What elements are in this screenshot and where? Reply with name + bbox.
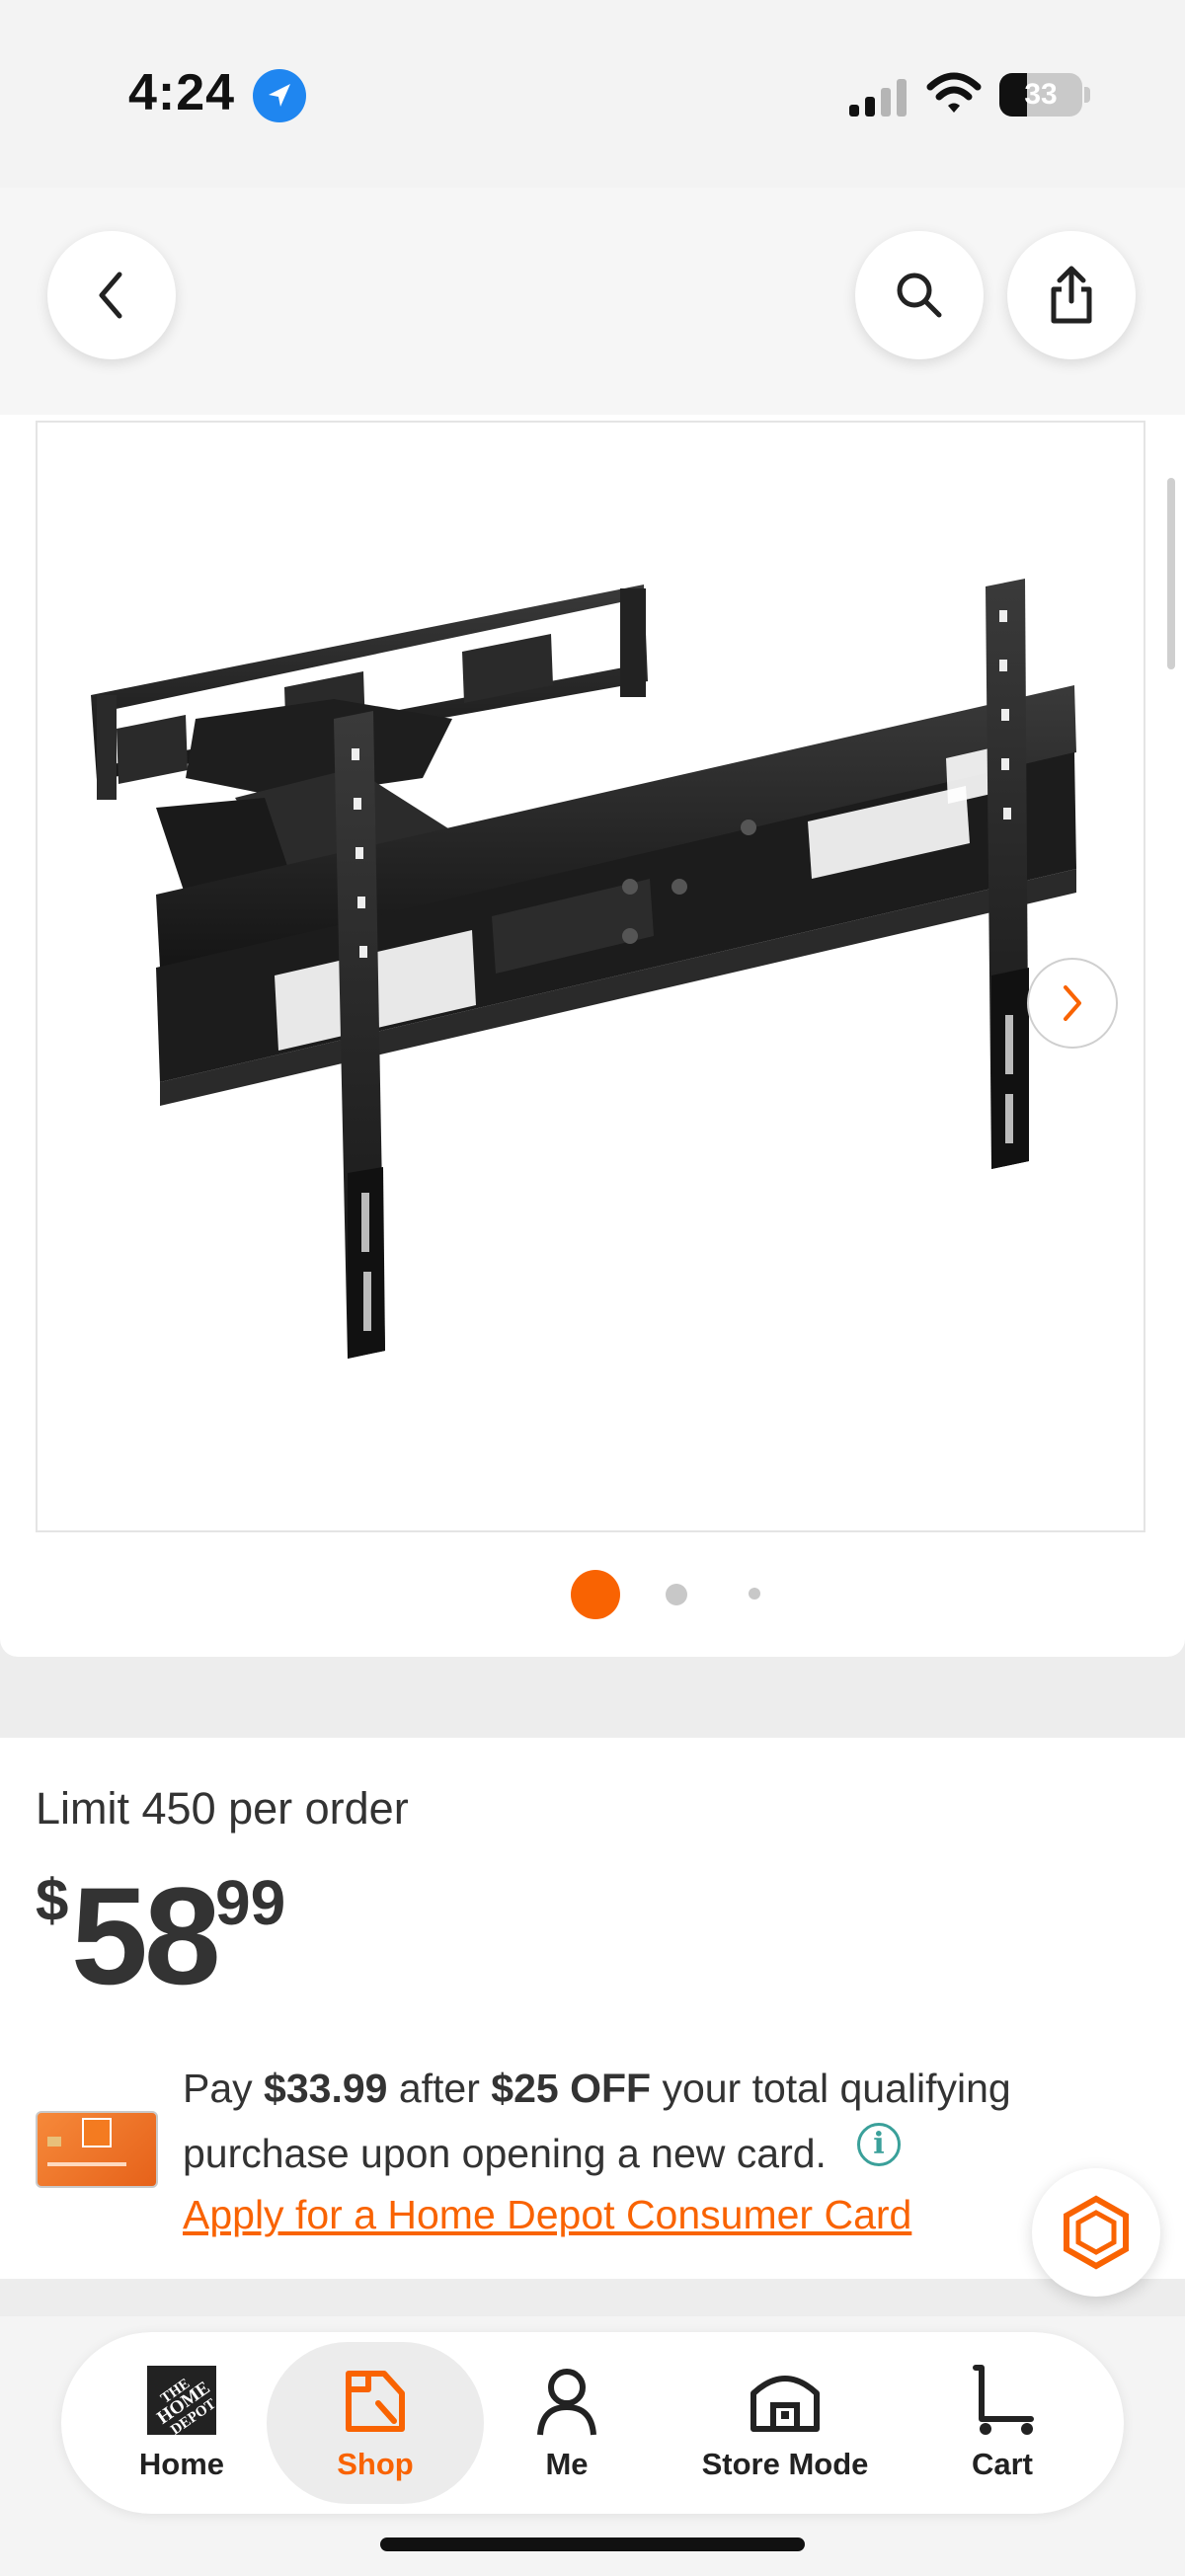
chevron-left-icon — [99, 272, 122, 319]
battery-tip — [1084, 87, 1090, 103]
product-price: $ 58 99 — [36, 1856, 332, 2013]
tab-me[interactable]: Me — [514, 2342, 620, 2504]
price-dollars: 58 — [71, 1858, 221, 2013]
location-arrow-icon — [253, 69, 306, 122]
share-icon — [1051, 266, 1092, 324]
cellular-signal-icon — [847, 77, 908, 117]
offer-text-line2: purchase upon opening a new card. — [183, 2131, 827, 2176]
offer-text: Pay $33.99 after $25 OFF your total qual… — [183, 2066, 1011, 2112]
gallery-dot-2[interactable] — [666, 1584, 687, 1605]
price-cents: 99 — [215, 1867, 286, 1938]
home-indicator — [380, 2537, 805, 2551]
back-button[interactable] — [47, 231, 176, 359]
offer-text-pay: Pay — [183, 2066, 265, 2111]
hexagon-assistant-icon — [1064, 2195, 1129, 2270]
tab-home-label: Home — [138, 2447, 225, 2481]
chat-assistant-button[interactable] — [1032, 2168, 1160, 2297]
offer-text-after: after — [387, 2066, 492, 2111]
scroll-indicator[interactable] — [1167, 478, 1175, 669]
gallery-dot-1[interactable] — [571, 1570, 620, 1619]
share-button[interactable] — [1007, 231, 1136, 359]
tab-shop[interactable]: Shop — [267, 2342, 484, 2504]
battery-icon: 33 — [999, 73, 1082, 117]
tab-cart[interactable]: Cart — [948, 2342, 1057, 2504]
offer-discount: $25 OFF — [491, 2066, 652, 2111]
apply-card-link[interactable]: Apply for a Home Depot Consumer Card — [183, 2192, 911, 2238]
gallery-dot-3[interactable] — [749, 1588, 760, 1600]
price-currency: $ — [36, 1867, 69, 1933]
cart-icon — [973, 2365, 1034, 2435]
next-image-button[interactable] — [1027, 958, 1118, 1049]
search-icon — [897, 273, 942, 318]
product-image[interactable] — [36, 421, 1146, 1532]
tab-store-mode[interactable]: Store Mode — [681, 2342, 889, 2504]
tab-store-mode-label: Store Mode — [701, 2447, 869, 2481]
store-icon — [750, 2376, 820, 2432]
order-limit-text: Limit 450 per order — [36, 1783, 409, 1834]
tab-cart-label: Cart — [971, 2447, 1033, 2481]
home-depot-logo-icon: THE HOME DEPOT — [147, 2366, 218, 2437]
status-time: 4:24 — [128, 64, 236, 121]
tab-home[interactable]: THE HOME DEPOT Home — [118, 2342, 245, 2504]
shop-icon — [346, 2371, 405, 2432]
chevron-right-icon — [1064, 985, 1081, 1021]
tv-wall-mount-image — [91, 579, 1076, 1359]
credit-card-image — [36, 2111, 158, 2188]
offer-amount: $33.99 — [264, 2066, 388, 2111]
battery-percent: 33 — [1024, 78, 1058, 111]
tab-me-label: Me — [545, 2447, 589, 2481]
offer-text-rest: your total qualifying — [651, 2066, 1011, 2111]
search-button[interactable] — [855, 231, 984, 359]
tab-shop-label: Shop — [337, 2447, 414, 2481]
wifi-icon — [926, 71, 982, 117]
info-icon[interactable]: i — [857, 2123, 901, 2166]
person-icon — [537, 2369, 596, 2436]
